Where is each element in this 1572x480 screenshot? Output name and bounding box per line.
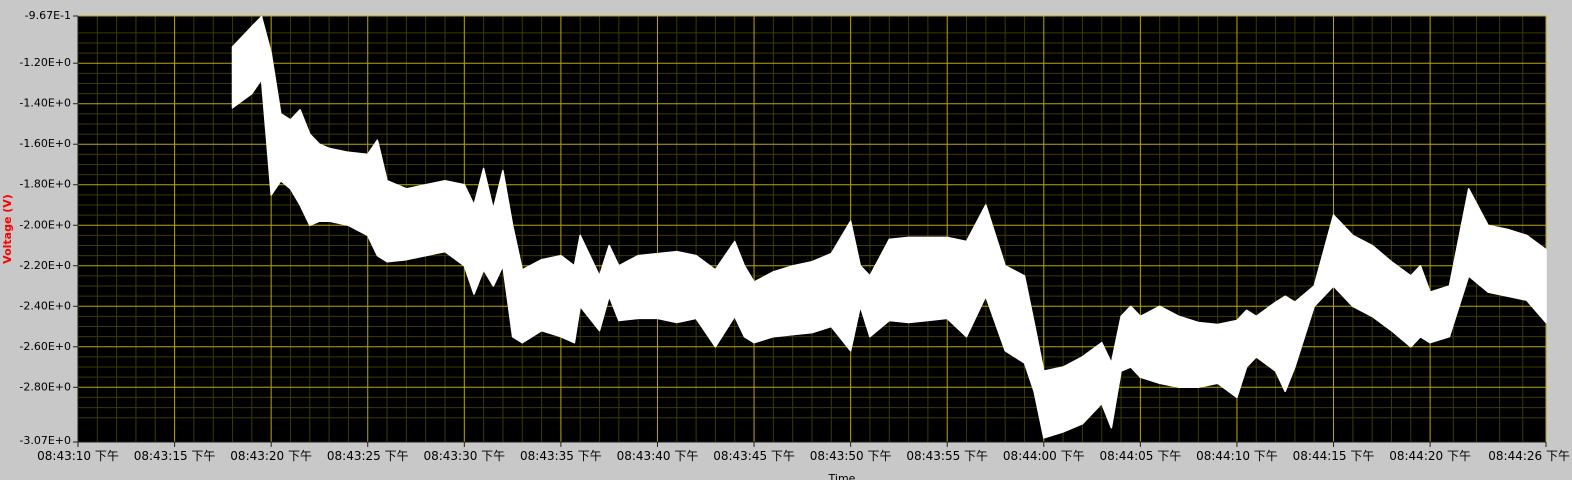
chart-container: -9.67E-1 -1.20E+0 -1.40E+0 -1.60E+0 -1.80E+0… (0, 0, 1572, 480)
y-tick-label: -1.80E+0 (19, 178, 71, 191)
x-tick-label: 08:43:45 下午 (713, 449, 795, 463)
y-tick-label: -2.60E+0 (19, 340, 71, 353)
x-axis-title: Time (828, 472, 856, 480)
x-tick-label: 08:43:35 下午 (520, 449, 602, 463)
y-tick-label: -3.07E+0 (19, 434, 71, 447)
x-tick-label: 08:43:40 下午 (617, 449, 699, 463)
y-tick-label: -1.40E+0 (19, 97, 71, 110)
y-axis-title: Voltage (V) (1, 194, 14, 264)
x-tick-label: 08:43:20 下午 (230, 449, 312, 463)
y-tick-label: -2.20E+0 (19, 259, 71, 272)
x-tick-label: 08:44:26 下午 (1488, 449, 1570, 463)
y-tick-label: -2.40E+0 (19, 299, 71, 312)
y-tick-label: -9.67E-1 (25, 9, 71, 22)
x-tick-label: 08:43:15 下午 (134, 449, 216, 463)
x-tick-label: 08:43:25 下午 (327, 449, 409, 463)
x-tick-label: 08:44:05 下午 (1100, 449, 1182, 463)
y-tick-label: -2.80E+0 (19, 380, 71, 393)
x-tick-label: 08:43:50 下午 (810, 449, 892, 463)
x-tick-label: 08:44:10 下午 (1196, 449, 1278, 463)
x-tick-label: 08:44:15 下午 (1293, 449, 1375, 463)
y-tick-label: -1.60E+0 (19, 137, 71, 150)
x-tick-label: 08:43:10 下午 (37, 449, 119, 463)
x-tick-label: 08:43:30 下午 (423, 449, 505, 463)
y-tick-label: -2.00E+0 (19, 218, 71, 231)
y-tick-label: -1.20E+0 (19, 56, 71, 69)
waveform-chart: -9.67E-1 -1.20E+0 -1.40E+0 -1.60E+0 -1.80E+0… (0, 0, 1572, 480)
x-tick-label: 08:44:20 下午 (1389, 449, 1471, 463)
x-tick-label: 08:44:00 下午 (1003, 449, 1085, 463)
x-tick-label: 08:43:55 下午 (906, 449, 988, 463)
